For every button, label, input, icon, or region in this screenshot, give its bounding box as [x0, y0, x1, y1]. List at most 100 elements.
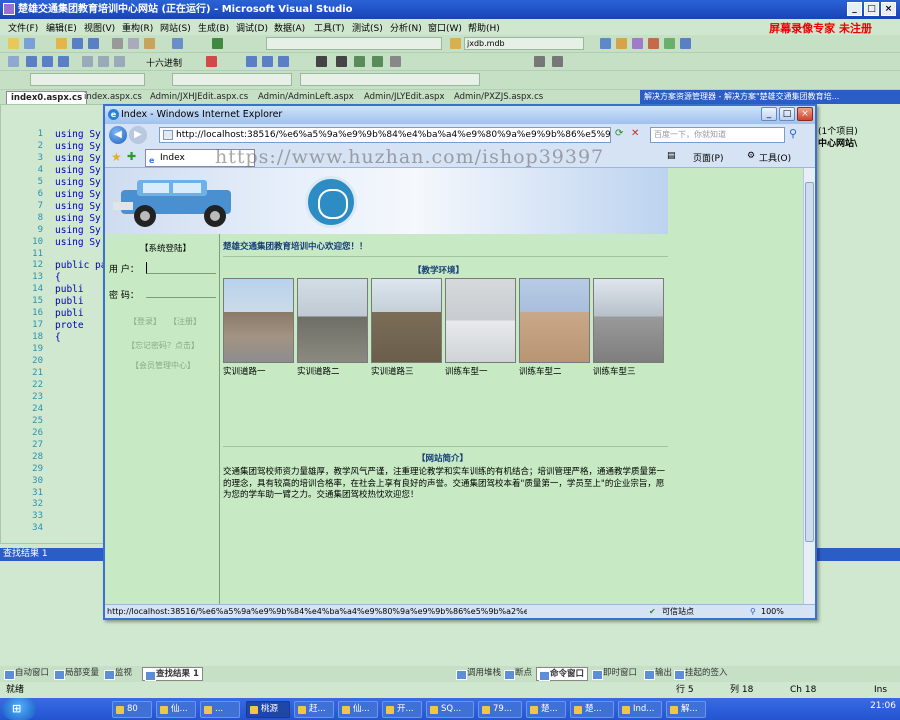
menu-tools[interactable]: 工具(T)	[314, 21, 345, 34]
indent-icon[interactable]	[316, 56, 327, 67]
taskbar-item[interactable]: 仙...	[338, 701, 378, 718]
taskbar-item[interactable]: 赶...	[294, 701, 334, 718]
password-input[interactable]	[146, 286, 216, 298]
tab-adminleft[interactable]: Admin/AdminLeft.aspx	[254, 91, 358, 104]
solution-explorer-icon[interactable]	[600, 38, 611, 49]
tools-menu[interactable]: 工具(O)	[759, 151, 791, 164]
tab-pxzjs[interactable]: Admin/PXZJS.aspx.cs	[450, 91, 547, 104]
tab-pending-checkins[interactable]: 挂起的签入	[672, 667, 731, 681]
menu-window[interactable]: 窗口(W)	[428, 21, 462, 34]
photo-training-car-2[interactable]	[519, 278, 590, 363]
tab-call-stack[interactable]: 调用堆栈	[454, 667, 504, 681]
tab-locals[interactable]: 局部变量	[52, 667, 102, 681]
photo-training-car-3[interactable]	[593, 278, 664, 363]
outdent-icon[interactable]	[336, 56, 347, 67]
search-icon[interactable]: ⚲	[789, 127, 797, 140]
taskbar-item[interactable]: 仙...	[156, 701, 196, 718]
register-link[interactable]: 【注册】	[169, 316, 201, 327]
toolbox-icon[interactable]	[632, 38, 643, 49]
layout-icon[interactable]	[534, 56, 545, 67]
menu-refactor[interactable]: 重构(R)	[122, 21, 153, 34]
step-over-icon[interactable]	[98, 56, 109, 67]
scrollbar-thumb[interactable]	[805, 182, 814, 542]
menu-edit[interactable]: 编辑(E)	[46, 21, 77, 34]
menu-file[interactable]: 文件(F)	[8, 21, 38, 34]
menu-build[interactable]: 生成(B)	[198, 21, 229, 34]
align-right-icon[interactable]	[278, 56, 289, 67]
menu-data[interactable]: 数据(A)	[274, 21, 305, 34]
tab-breakpoints[interactable]: 断点	[502, 667, 535, 681]
address-bar[interactable]: http://localhost:38516/%e6%a5%9a%e9%9b%8…	[159, 127, 611, 143]
menu-test[interactable]: 测试(S)	[352, 21, 383, 34]
back-button[interactable]: ◀	[109, 126, 127, 144]
save-all-icon[interactable]	[88, 38, 99, 49]
add-item-icon[interactable]	[24, 38, 35, 49]
font-name-combo[interactable]	[300, 73, 480, 86]
align-center-icon[interactable]	[262, 56, 273, 67]
hex-toggle[interactable]: 十六进制	[146, 56, 182, 69]
print-icon[interactable]: ▤	[667, 151, 676, 161]
tab-index0-aspx-cs[interactable]: index0.aspx.cs	[6, 91, 88, 104]
stop-icon[interactable]: ✕	[631, 128, 639, 139]
save-icon[interactable]	[72, 38, 83, 49]
taskbar-item[interactable]: 开...	[382, 701, 422, 718]
table-icon[interactable]	[552, 56, 563, 67]
search-input[interactable]: 百度一下，你就知道	[650, 127, 785, 143]
paste-icon[interactable]	[144, 38, 155, 49]
target-schema-combo[interactable]	[30, 73, 145, 86]
tab-find-results[interactable]: 查找结果 1	[142, 667, 203, 681]
class-view-icon[interactable]	[664, 38, 675, 49]
maximize-button[interactable]: □	[864, 2, 879, 16]
start-button[interactable]: ⊞	[2, 698, 36, 720]
menu-website[interactable]: 网站(S)	[160, 21, 191, 34]
close-button[interactable]: ×	[881, 2, 896, 16]
continue-icon[interactable]	[8, 56, 19, 67]
comment-icon[interactable]	[354, 56, 365, 67]
login-link[interactable]: 【登录】	[129, 316, 161, 327]
photo-training-road-3[interactable]	[371, 278, 442, 363]
pause-icon[interactable]	[26, 56, 37, 67]
forward-button[interactable]: ▶	[129, 126, 147, 144]
refresh-icon[interactable]: ⟳	[615, 128, 623, 139]
properties-icon[interactable]	[616, 38, 627, 49]
open-icon[interactable]	[56, 38, 67, 49]
tab-immediate[interactable]: 即时窗口	[590, 667, 640, 681]
step-into-icon[interactable]	[82, 56, 93, 67]
tab-jxhjedit[interactable]: Admin/JXHJEdit.aspx.cs	[146, 91, 252, 104]
taskbar-item[interactable]: ...	[200, 701, 240, 718]
find-combo[interactable]: jxdb.mdb	[464, 37, 584, 50]
taskbar-item[interactable]: SQ...	[426, 701, 474, 718]
ie-close-button[interactable]: ×	[797, 107, 813, 121]
tab-watch[interactable]: 监视	[102, 667, 135, 681]
bookmark-icon[interactable]	[390, 56, 401, 67]
taskbar-clock[interactable]: 21:06	[870, 701, 896, 711]
page-menu[interactable]: 页面(P)	[693, 151, 723, 164]
taskbar-item[interactable]: 楚...	[570, 701, 614, 718]
tab-command-window[interactable]: 命令窗口	[536, 667, 589, 681]
photo-training-road-1[interactable]	[223, 278, 294, 363]
new-project-icon[interactable]	[8, 38, 19, 49]
tab-output[interactable]: 输出	[642, 667, 675, 681]
menu-help[interactable]: 帮助(H)	[468, 21, 500, 34]
tab-index-aspx-cs[interactable]: index.aspx.cs	[80, 91, 146, 104]
taskbar-item[interactable]: 桃源	[246, 701, 290, 718]
taskbar-item[interactable]: 80	[112, 701, 152, 718]
tab-jlyedit[interactable]: Admin/JLYEdit.aspx	[360, 91, 448, 104]
taskbar-item[interactable]: 楚...	[526, 701, 566, 718]
security-zone[interactable]: 可信站点	[662, 605, 694, 618]
taskbar-item[interactable]: 79...	[478, 701, 522, 718]
forgot-password-link[interactable]: 【忘记密码？点击】	[127, 340, 199, 351]
ie-vertical-scrollbar[interactable]	[803, 168, 815, 604]
align-left-icon[interactable]	[246, 56, 257, 67]
copy-icon[interactable]	[128, 38, 139, 49]
menu-analyze[interactable]: 分析(N)	[390, 21, 422, 34]
uncomment-icon[interactable]	[372, 56, 383, 67]
start-page-icon[interactable]	[680, 38, 691, 49]
photo-training-road-2[interactable]	[297, 278, 368, 363]
menu-view[interactable]: 视图(V)	[84, 21, 115, 34]
solution-website-node[interactable]: 中心网站\	[818, 136, 857, 149]
taskbar-item[interactable]: 解...	[666, 701, 706, 718]
photo-training-car-1[interactable]	[445, 278, 516, 363]
breakpoints-icon[interactable]	[206, 56, 217, 67]
step-out-icon[interactable]	[114, 56, 125, 67]
